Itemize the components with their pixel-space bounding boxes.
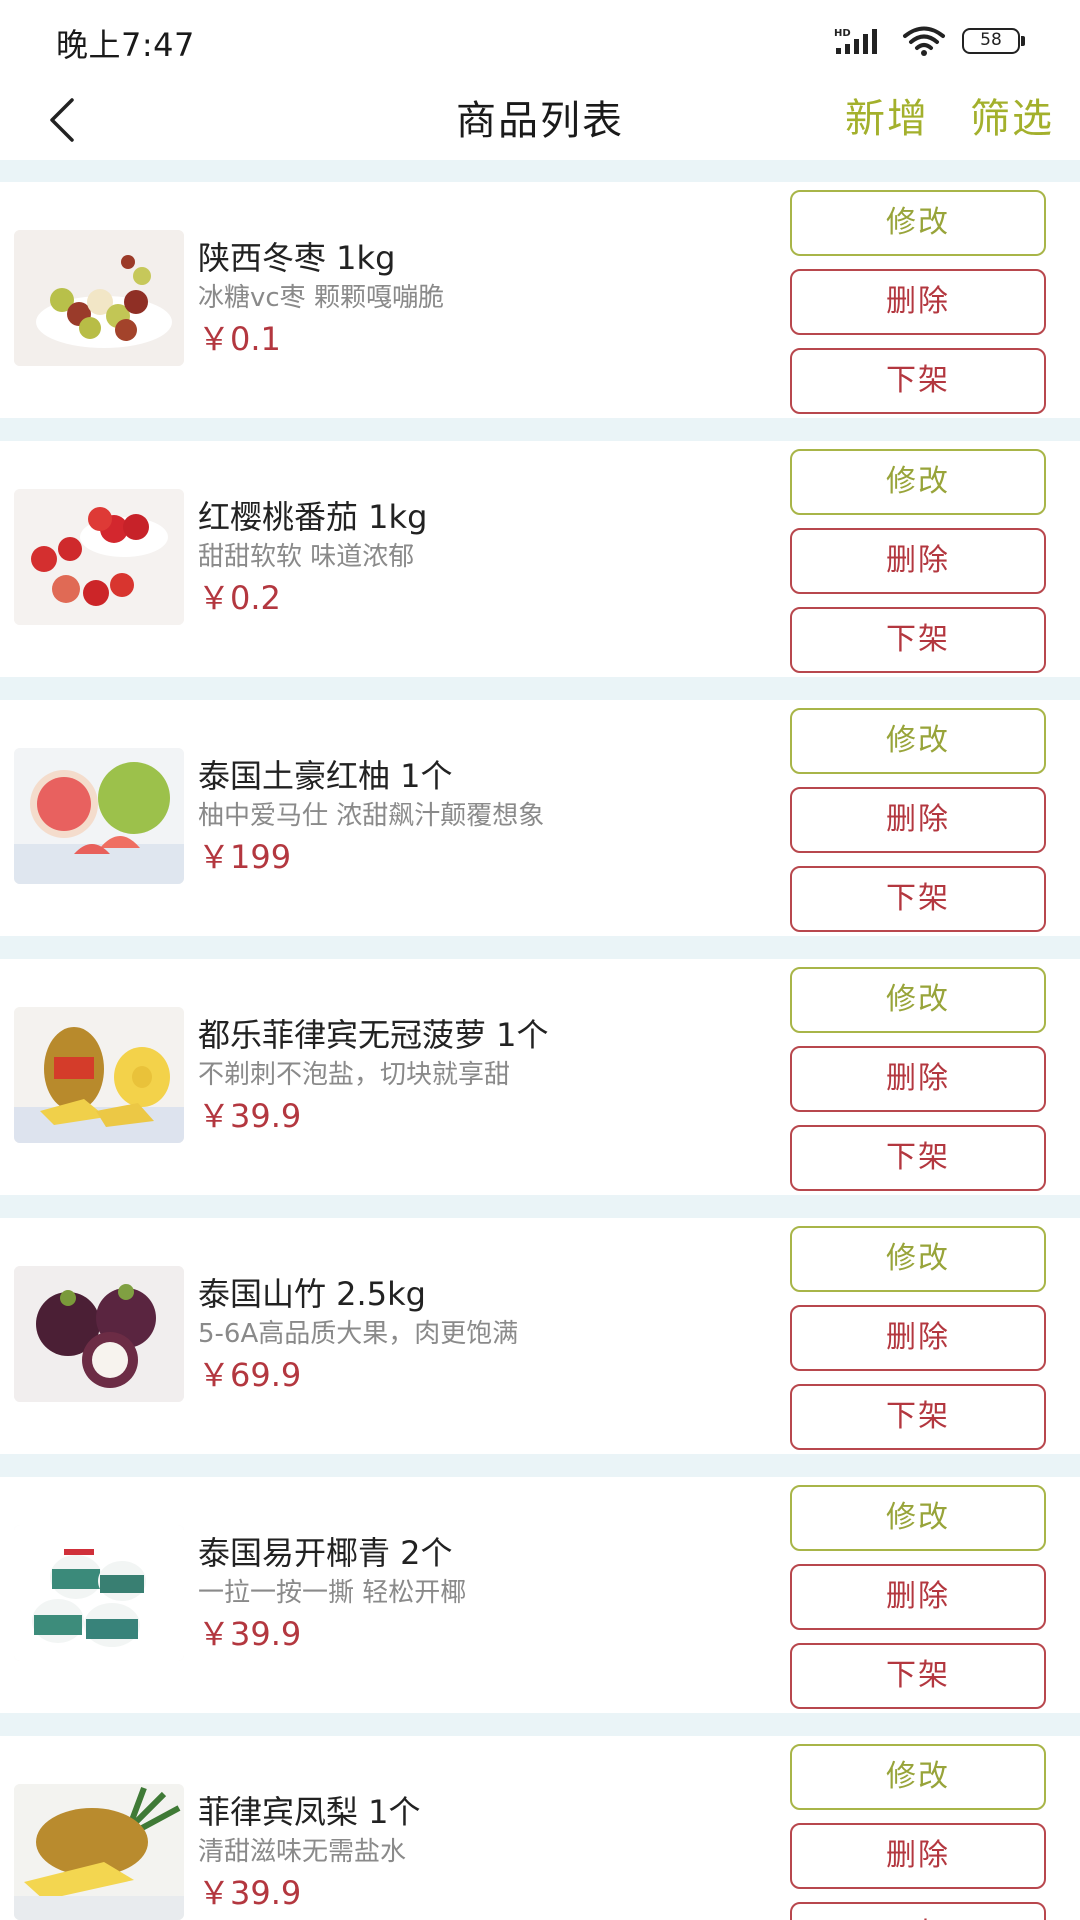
off-shelf-button[interactable]: 下架 <box>790 1643 1046 1709</box>
add-button[interactable]: 新增 <box>845 86 929 144</box>
product-name: 泰国土豪红柚 1个 <box>198 757 453 795</box>
off-shelf-button[interactable]: 下架 <box>790 607 1046 673</box>
edit-button[interactable]: 修改 <box>790 967 1046 1033</box>
product-description: 不剃刺不泡盐，切块就享甜 <box>198 1060 511 1090</box>
delete-button[interactable]: 删除 <box>790 1046 1046 1112</box>
wifi-icon <box>903 26 945 56</box>
product-card: 泰国山竹 2.5kg 5-6A高品质大果，肉更饱满 ￥69.9 修改 删除 下架 <box>0 1218 1080 1454</box>
delete-button[interactable]: 删除 <box>790 1823 1046 1889</box>
pomelo-image <box>14 748 184 884</box>
product-card: 陕西冬枣 1kg 冰糖vc枣 颗颗嘎嘣脆 ￥0.1 修改 删除 下架 <box>0 182 1080 418</box>
delete-button[interactable]: 删除 <box>790 1564 1046 1630</box>
edit-button[interactable]: 修改 <box>790 1744 1046 1810</box>
off-shelf-button[interactable]: 下架 <box>790 1902 1046 1920</box>
nav-bar: 商品列表 新增 筛选 <box>0 80 1080 160</box>
jujube-image <box>14 230 184 366</box>
status-time: 晚上7:47 <box>56 26 195 64</box>
product-name: 泰国易开椰青 2个 <box>198 1534 453 1572</box>
product-description: 冰糖vc枣 颗颗嘎嘣脆 <box>198 283 444 313</box>
product-price: ￥0.2 <box>198 579 281 617</box>
battery-icon: 58 <box>962 28 1025 54</box>
pineapple-image <box>14 1007 184 1143</box>
product-name: 菲律宾凤梨 1个 <box>198 1793 421 1831</box>
edit-button[interactable]: 修改 <box>790 1485 1046 1551</box>
delete-button[interactable]: 删除 <box>790 528 1046 594</box>
pineapple-cut-image <box>14 1784 184 1920</box>
product-price: ￥39.9 <box>198 1615 302 1653</box>
product-name: 都乐菲律宾无冠菠萝 1个 <box>198 1016 549 1054</box>
product-name: 泰国山竹 2.5kg <box>198 1275 426 1313</box>
off-shelf-button[interactable]: 下架 <box>790 866 1046 932</box>
product-card: 泰国易开椰青 2个 一拉一按一撕 轻松开椰 ￥39.9 修改 删除 下架 <box>0 1477 1080 1713</box>
delete-button[interactable]: 删除 <box>790 787 1046 853</box>
network-type-label: HD <box>834 28 851 39</box>
product-description: 5-6A高品质大果，肉更饱满 <box>198 1319 519 1349</box>
status-bar: 晚上7:47 HD 58 <box>0 0 1080 80</box>
edit-button[interactable]: 修改 <box>790 1226 1046 1292</box>
filter-button[interactable]: 筛选 <box>970 86 1054 144</box>
product-description: 一拉一按一撕 轻松开椰 <box>198 1578 467 1608</box>
mangosteen-image <box>14 1266 184 1402</box>
product-name: 红樱桃番茄 1kg <box>198 498 428 536</box>
product-price: ￥39.9 <box>198 1097 302 1135</box>
signal-icon: HD <box>834 28 877 54</box>
edit-button[interactable]: 修改 <box>790 449 1046 515</box>
product-card: 红樱桃番茄 1kg 甜甜软软 味道浓郁 ￥0.2 修改 删除 下架 <box>0 441 1080 677</box>
product-description: 清甜滋味无需盐水 <box>198 1837 407 1867</box>
product-card: 菲律宾凤梨 1个 清甜滋味无需盐水 ￥39.9 修改 删除 下架 <box>0 1736 1080 1920</box>
off-shelf-button[interactable]: 下架 <box>790 1125 1046 1191</box>
coconut-image <box>14 1525 184 1661</box>
product-list: 陕西冬枣 1kg 冰糖vc枣 颗颗嘎嘣脆 ￥0.1 修改 删除 下架 红樱桃番茄… <box>0 160 1080 1920</box>
off-shelf-button[interactable]: 下架 <box>790 348 1046 414</box>
product-price: ￥0.1 <box>198 320 281 358</box>
delete-button[interactable]: 删除 <box>790 269 1046 335</box>
status-icons: HD 58 <box>834 24 1025 58</box>
product-description: 柚中爱马仕 浓甜飙汁颠覆想象 <box>198 801 545 831</box>
product-price: ￥39.9 <box>198 1874 302 1912</box>
product-card: 都乐菲律宾无冠菠萝 1个 不剃刺不泡盐，切块就享甜 ￥39.9 修改 删除 下架 <box>0 959 1080 1195</box>
product-name: 陕西冬枣 1kg <box>198 239 396 277</box>
product-price: ￥69.9 <box>198 1356 302 1394</box>
off-shelf-button[interactable]: 下架 <box>790 1384 1046 1450</box>
product-card: 泰国土豪红柚 1个 柚中爱马仕 浓甜飙汁颠覆想象 ￥199 修改 删除 下架 <box>0 700 1080 936</box>
product-price: ￥199 <box>198 838 292 876</box>
delete-button[interactable]: 删除 <box>790 1305 1046 1371</box>
edit-button[interactable]: 修改 <box>790 190 1046 256</box>
product-description: 甜甜软软 味道浓郁 <box>198 542 415 572</box>
edit-button[interactable]: 修改 <box>790 708 1046 774</box>
cherry-tomato-image <box>14 489 184 625</box>
